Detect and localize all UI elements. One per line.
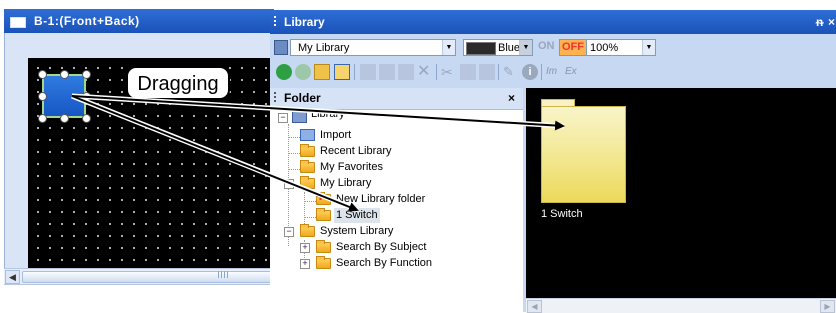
collapse-icon[interactable]: − (278, 113, 288, 123)
back-icon[interactable] (276, 64, 292, 80)
library-select[interactable]: My Library ▼ (290, 39, 456, 56)
tree-item-label: Library (311, 108, 345, 120)
scrollbar-grip-icon (218, 271, 228, 278)
title-grip-icon (274, 16, 276, 28)
folder-tree: − Library Import Recent Library My Favor… (270, 108, 523, 312)
folder-pane-title: Folder (284, 91, 321, 105)
folder-icon (316, 240, 331, 253)
tree-item-label: My Library (320, 177, 372, 189)
off-state-button[interactable]: OFF (559, 39, 587, 56)
dragging-callout: Dragging (126, 66, 230, 100)
resize-handle-left[interactable] (38, 92, 47, 101)
folder-icon (316, 208, 331, 221)
resize-handle-bottom[interactable] (60, 114, 69, 123)
chevron-down-icon[interactable]: ▼ (642, 40, 655, 55)
tree-connector (288, 169, 300, 170)
folder-icon (316, 256, 331, 269)
chevron-down-icon[interactable]: ▼ (519, 40, 532, 55)
editor-title: B-1:(Front+Back) (34, 14, 140, 28)
resize-handle-top-right[interactable] (82, 70, 91, 79)
selected-switch-part[interactable] (42, 74, 86, 118)
resize-handle-bottom-right[interactable] (82, 114, 91, 123)
tree-connector (304, 217, 316, 218)
resize-handle-right[interactable] (82, 92, 91, 101)
zoom-select-value: 100% (590, 42, 619, 54)
scrollbar-thumb[interactable] (22, 271, 274, 283)
tree-item-label: Recent Library (320, 145, 392, 157)
tree-item-label: My Favorites (320, 161, 383, 173)
scroll-left-arrow-icon[interactable]: ◀ (5, 270, 20, 284)
folder-view-toggle-icon[interactable] (334, 64, 350, 80)
tree-item-label: 1 Switch (334, 208, 380, 223)
library-title-bar[interactable]: Library ᵰ × (270, 10, 836, 34)
folder-icon (300, 160, 315, 173)
import-icon (300, 129, 315, 141)
color-select[interactable]: Blue ▼ (463, 39, 533, 56)
delete-icon[interactable]: ✕ (417, 64, 433, 80)
library-book-icon (274, 40, 288, 55)
plus-badge-icon: ✚ (316, 191, 326, 203)
library-select-value: My Library (298, 42, 350, 54)
editor-horizontal-scrollbar[interactable]: ◀ (4, 268, 274, 285)
tree-connector (304, 201, 316, 202)
close-icon[interactable]: × (828, 10, 835, 34)
toolbar-separator (498, 64, 499, 80)
tree-item-label: Search By Function (336, 257, 432, 269)
tree-item-label: Import (320, 129, 352, 141)
export-file-icon[interactable]: Ex (565, 64, 581, 80)
expand-icon[interactable]: + (300, 259, 310, 269)
pin-icon[interactable]: ᵰ (816, 10, 823, 34)
import-item-icon[interactable] (398, 64, 414, 80)
new-item-icon[interactable] (379, 64, 395, 80)
resize-handle-bottom-left[interactable] (38, 114, 47, 123)
scroll-left-arrow-icon[interactable]: ◀ (527, 300, 542, 313)
zoom-select[interactable]: 100% ▼ (586, 39, 656, 56)
info-icon[interactable]: i (522, 64, 538, 80)
paste-icon[interactable] (479, 64, 495, 80)
open-folder-icon (300, 224, 315, 237)
resize-handle-top-left[interactable] (38, 70, 47, 79)
tree-connector (288, 137, 300, 138)
new-folder-icon[interactable] (360, 64, 376, 80)
resize-handle-top[interactable] (60, 70, 69, 79)
cut-icon[interactable]: ✂ (441, 64, 457, 80)
collapse-icon[interactable]: − (284, 227, 294, 237)
item-label: 1 Switch (541, 208, 583, 220)
toolbar-separator (436, 64, 437, 80)
folder-thumbnail-icon[interactable] (541, 106, 626, 203)
tree-item-label: System Library (320, 225, 394, 237)
library-title: Library (284, 15, 325, 29)
forward-icon[interactable] (295, 64, 311, 80)
expand-icon[interactable]: + (300, 243, 310, 253)
folder-pane-header: Folder × (270, 88, 524, 110)
on-state-button[interactable]: ON (538, 40, 555, 52)
library-toolbar: My Library ▼ Blue ▼ ON OFF 100% ▼ ✕ ✂ ✎ … (270, 34, 836, 89)
chevron-down-icon[interactable]: ▼ (442, 40, 455, 55)
import-file-icon[interactable]: Im (546, 64, 562, 80)
folder-icon (300, 144, 315, 157)
edit-pencil-icon[interactable]: ✎ (503, 64, 519, 80)
tree-connector (288, 153, 300, 154)
tree-item-label: New Library folder (336, 193, 426, 205)
tree-connector (304, 192, 305, 228)
color-swatch (466, 42, 496, 55)
toolbar-separator (541, 64, 542, 80)
editor-title-bar[interactable]: B-1:(Front+Back) (4, 9, 274, 33)
up-folder-icon[interactable] (314, 64, 330, 80)
close-icon[interactable]: × (508, 88, 515, 109)
library-root-icon (292, 111, 307, 123)
tree-item-label: Search By Subject (336, 241, 427, 253)
open-folder-icon (300, 176, 315, 189)
window-icon (10, 17, 26, 28)
toolbar-separator (354, 64, 355, 80)
scroll-right-arrow-icon[interactable]: ▶ (820, 300, 835, 313)
color-select-value: Blue (498, 42, 521, 54)
collapse-icon[interactable]: − (284, 179, 294, 189)
contents-horizontal-scrollbar[interactable]: ◀ ▶ (526, 298, 836, 313)
copy-icon[interactable] (460, 64, 476, 80)
pane-grip-icon (274, 92, 276, 104)
